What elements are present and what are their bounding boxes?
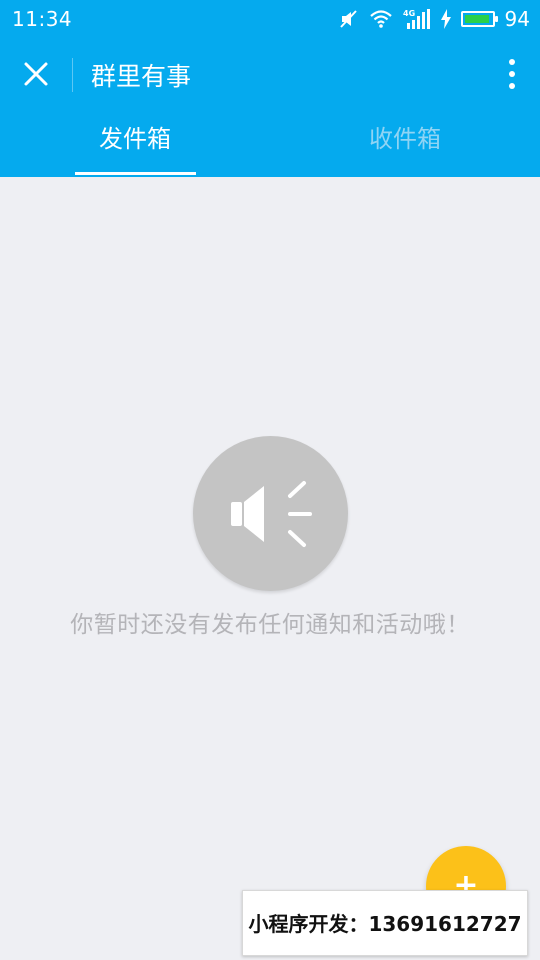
battery-level [464, 15, 489, 23]
tab-inbox[interactable]: 收件箱 [270, 110, 540, 177]
app-screen: 11:34 4G 94 群里有事 发件箱 收件箱 你暂时还没有发布任何通知和活动… [0, 0, 540, 960]
header: 11:34 4G 94 群里有事 发件箱 收件箱 [0, 0, 540, 177]
close-icon [24, 62, 48, 86]
wifi-icon [369, 10, 392, 28]
empty-state-icon [193, 436, 348, 591]
svg-text:4G: 4G [403, 9, 415, 18]
title-divider [72, 58, 73, 92]
watermark-banner: 小程序开发：13691612727 [242, 890, 528, 956]
mute-icon [339, 10, 357, 28]
status-time: 11:34 [12, 7, 73, 31]
battery-percent: 94 [504, 7, 530, 31]
close-button[interactable] [16, 54, 56, 94]
tab-selected-indicator [75, 172, 196, 175]
speaker-icon [231, 481, 312, 547]
tab-outbox[interactable]: 发件箱 [0, 110, 270, 177]
status-icons: 4G 94 [339, 6, 530, 32]
page-title: 群里有事 [91, 62, 192, 91]
empty-state-message: 你暂时还没有发布任何通知和活动哦！ [70, 612, 470, 638]
charging-icon [440, 9, 451, 29]
status-bar: 11:34 4G 94 [0, 0, 540, 38]
tab-bar: 发件箱 收件箱 [0, 110, 540, 177]
battery-icon [460, 11, 498, 27]
cellular-signal-icon: 4G [403, 9, 430, 29]
more-options-button[interactable] [504, 56, 520, 92]
more-vertical-icon [509, 59, 515, 89]
title-bar: 群里有事 [0, 38, 540, 110]
